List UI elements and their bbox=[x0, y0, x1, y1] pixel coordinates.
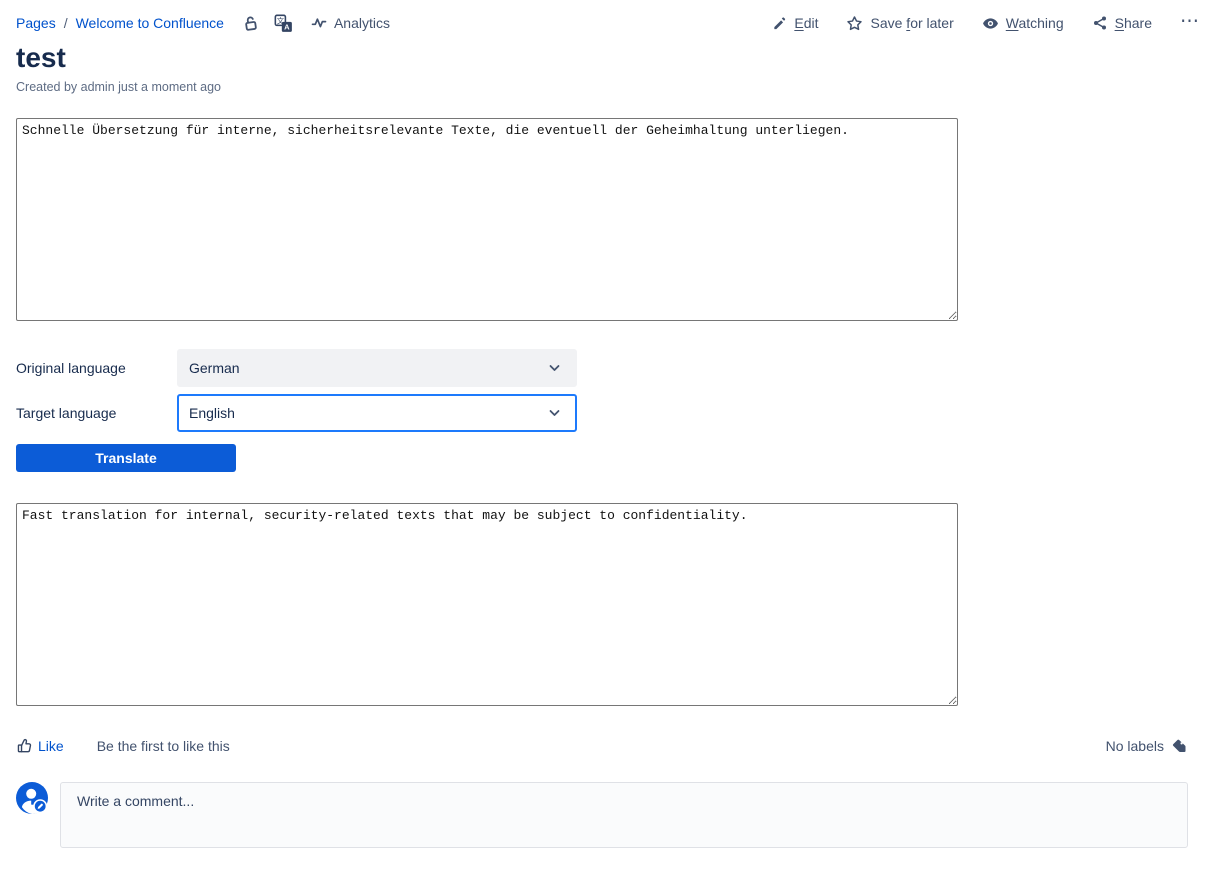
page-content: Schnelle Übersetzung für interne, sicher… bbox=[0, 118, 1215, 706]
chevron-down-icon bbox=[549, 364, 560, 372]
page-header: Pages / Welcome to Confluence 文 A bbox=[0, 0, 1215, 34]
page-actions: Edit Save for later Watching bbox=[772, 12, 1199, 35]
breadcrumb-space-link[interactable]: Welcome to Confluence bbox=[76, 15, 224, 31]
pencil-icon bbox=[772, 16, 787, 31]
analytics-icon bbox=[311, 15, 327, 31]
star-icon bbox=[846, 15, 863, 32]
save-for-later-button[interactable]: Save for later bbox=[846, 15, 953, 32]
result-text-area[interactable]: Fast translation for internal, security-… bbox=[16, 503, 958, 706]
comment-placeholder: Write a comment... bbox=[77, 793, 194, 809]
language-form: Original language German Target language… bbox=[16, 349, 1199, 432]
page-title: test bbox=[16, 42, 1199, 74]
chevron-down-icon bbox=[549, 409, 560, 417]
page-footer-meta: Like Be the first to like this No labels bbox=[0, 737, 1215, 754]
analytics-button[interactable]: Analytics bbox=[311, 15, 390, 31]
original-language-select[interactable]: German bbox=[177, 349, 577, 387]
target-language-value: English bbox=[189, 405, 235, 421]
thumbs-up-icon bbox=[16, 737, 33, 754]
original-language-label: Original language bbox=[16, 360, 177, 376]
labels-button[interactable]: No labels bbox=[1106, 738, 1187, 754]
watching-button[interactable]: Watching bbox=[982, 15, 1064, 32]
unlock-icon[interactable] bbox=[242, 15, 259, 32]
target-language-label: Target language bbox=[16, 405, 177, 421]
original-language-value: German bbox=[189, 360, 240, 376]
more-actions-icon[interactable]: ⋯ bbox=[1180, 12, 1199, 35]
source-text-area[interactable]: Schnelle Übersetzung für interne, sicher… bbox=[16, 118, 958, 321]
comment-section: Write a comment... bbox=[0, 782, 1215, 848]
target-language-select[interactable]: English bbox=[177, 394, 577, 432]
like-hint: Be the first to like this bbox=[97, 738, 230, 754]
comment-input[interactable]: Write a comment... bbox=[60, 782, 1188, 848]
share-button[interactable]: Share bbox=[1092, 15, 1152, 31]
breadcrumb-pages-link[interactable]: Pages bbox=[16, 15, 56, 31]
translate-icon[interactable]: 文 A bbox=[274, 14, 293, 33]
labels-text: No labels bbox=[1106, 738, 1164, 754]
like-label: Like bbox=[38, 738, 64, 754]
like-button[interactable]: Like bbox=[16, 737, 64, 754]
breadcrumb: Pages / Welcome to Confluence 文 A bbox=[16, 14, 390, 33]
share-icon bbox=[1092, 15, 1108, 31]
eye-icon bbox=[982, 15, 999, 32]
tag-icon bbox=[1171, 738, 1187, 754]
translate-button[interactable]: Translate bbox=[16, 444, 236, 472]
edit-button[interactable]: Edit bbox=[772, 15, 818, 31]
svg-text:A: A bbox=[284, 22, 290, 31]
analytics-label: Analytics bbox=[334, 15, 390, 31]
breadcrumb-separator: / bbox=[64, 15, 68, 31]
avatar[interactable] bbox=[16, 782, 48, 814]
byline: Created by admin just a moment ago bbox=[16, 80, 1199, 94]
